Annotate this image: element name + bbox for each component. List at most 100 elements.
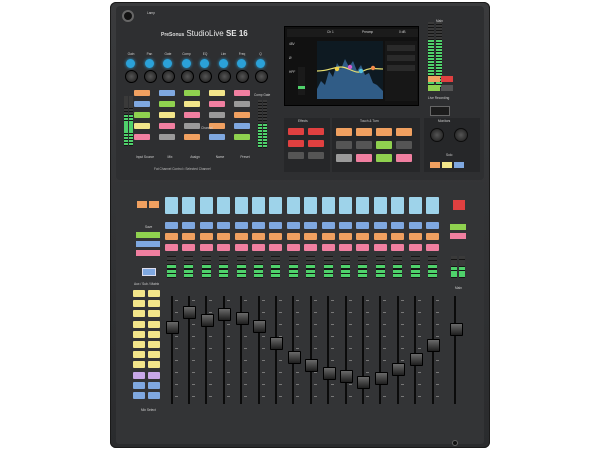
scribble-strip-5[interactable] <box>234 197 248 214</box>
solo-btn-1[interactable] <box>430 162 440 168</box>
channel-solo-button[interactable] <box>182 244 196 251</box>
channel-select-button[interactable] <box>373 222 387 229</box>
mix-select-button[interactable] <box>148 341 160 348</box>
channel-solo-button[interactable] <box>252 244 265 251</box>
channel-select-button[interactable] <box>321 222 335 229</box>
encoder-knob-1[interactable] <box>143 70 157 83</box>
mix-select-button[interactable] <box>148 300 160 308</box>
highpass[interactable]: HPF <box>289 70 295 74</box>
effects-button[interactable] <box>288 128 304 135</box>
main-btn-1[interactable] <box>450 224 466 230</box>
touch-turn-button[interactable] <box>396 128 412 136</box>
channel-select-button[interactable] <box>182 222 196 229</box>
scribble-strip-16[interactable] <box>426 197 439 214</box>
channel-mute-button[interactable] <box>286 233 300 240</box>
encoder-knob-5[interactable] <box>217 70 231 83</box>
touchscreen[interactable]: Ch 1 Preamp 0 dB 48V Ø HPF <box>284 26 419 106</box>
channel-mute-button[interactable] <box>321 233 335 240</box>
channel-mute-button[interactable] <box>165 233 178 240</box>
channel-fader-cap[interactable] <box>183 305 197 319</box>
effects-button[interactable] <box>288 152 304 159</box>
touch-turn-button[interactable] <box>376 128 392 136</box>
phones-knob[interactable] <box>454 128 468 142</box>
fat-channel-button[interactable] <box>184 134 200 140</box>
channel-fader-cap[interactable] <box>427 339 440 353</box>
right-btn-4[interactable] <box>441 85 453 91</box>
mix-select-button[interactable] <box>148 320 160 328</box>
mix-select-button[interactable] <box>148 392 160 399</box>
mix-select-button[interactable] <box>148 351 160 359</box>
fat-channel-button[interactable] <box>134 112 150 118</box>
channel-mute-button[interactable] <box>234 233 248 240</box>
solo-btn-2[interactable] <box>442 162 452 168</box>
channel-solo-button[interactable] <box>391 244 405 251</box>
channel-solo-button[interactable] <box>269 244 283 251</box>
encoder-knob-3[interactable] <box>180 70 194 83</box>
main-fader-cap[interactable] <box>449 323 463 337</box>
mix-select-button[interactable] <box>133 320 145 328</box>
scribble-strip-3[interactable] <box>199 197 213 214</box>
fat-channel-button[interactable] <box>184 112 200 118</box>
touch-turn-button[interactable] <box>396 141 412 149</box>
fat-channel-button[interactable] <box>234 112 250 118</box>
channel-fader-cap[interactable] <box>287 350 301 364</box>
right-btn-2[interactable] <box>441 76 453 82</box>
mix-select-button[interactable] <box>148 361 160 369</box>
page-right-button[interactable] <box>149 201 159 208</box>
mix-select-button[interactable] <box>133 341 145 348</box>
channel-mute-button[interactable] <box>373 233 387 240</box>
phantom-power[interactable]: 48V <box>289 42 295 46</box>
mix-select-button[interactable] <box>133 381 145 389</box>
channel-select-button[interactable] <box>234 222 248 229</box>
channel-select-button[interactable] <box>304 222 318 229</box>
channel-select-button[interactable] <box>199 222 213 229</box>
channel-select-button[interactable] <box>408 222 422 229</box>
touch-turn-button[interactable] <box>356 128 372 136</box>
encoder-knob-4[interactable] <box>199 70 212 83</box>
mix-select-button[interactable] <box>148 371 160 379</box>
mix-select-button[interactable] <box>148 381 160 389</box>
fat-channel-button[interactable] <box>184 123 200 129</box>
scribble-strip-11[interactable] <box>339 197 352 214</box>
mix-select-button[interactable] <box>133 330 145 338</box>
touch-turn-button[interactable] <box>376 141 392 149</box>
touch-turn-button[interactable] <box>336 128 352 136</box>
channel-solo-button[interactable] <box>408 244 422 251</box>
channel-mute-button[interactable] <box>408 233 422 240</box>
polarity[interactable]: Ø <box>289 56 291 60</box>
channel-fader-cap[interactable] <box>340 370 353 384</box>
touch-turn-button[interactable] <box>356 141 372 149</box>
channel-fader-cap[interactable] <box>374 372 388 386</box>
mix-select-button[interactable] <box>133 392 145 399</box>
channel-mute-button[interactable] <box>217 233 231 240</box>
scribble-strip-7[interactable] <box>269 197 283 214</box>
channel-mute-button[interactable] <box>304 233 318 240</box>
fat-channel-button[interactable] <box>134 90 150 96</box>
channel-fader-cap[interactable] <box>270 337 284 351</box>
fat-channel-button[interactable] <box>159 134 175 140</box>
headphone-jack[interactable] <box>122 10 134 22</box>
mix-select-button[interactable] <box>148 290 160 297</box>
touch-turn-button[interactable] <box>336 141 352 149</box>
effects-button[interactable] <box>288 140 304 147</box>
fat-channel-button[interactable] <box>134 123 150 129</box>
channel-mute-button[interactable] <box>252 233 265 240</box>
fat-channel-button[interactable] <box>209 134 225 140</box>
right-btn-1[interactable] <box>428 76 440 82</box>
scribble-strip-1[interactable] <box>165 197 178 214</box>
save-button[interactable] <box>136 232 160 238</box>
channel-solo-button[interactable] <box>356 244 370 251</box>
channel-solo-button[interactable] <box>199 244 213 251</box>
fat-channel-button[interactable] <box>234 134 250 140</box>
channel-mute-button[interactable] <box>339 233 352 240</box>
encoder-knob-6[interactable] <box>236 70 249 83</box>
channel-select-button[interactable] <box>286 222 300 229</box>
scribble-strip-12[interactable] <box>356 197 370 214</box>
effects-button[interactable] <box>308 152 324 159</box>
channel-fader-cap[interactable] <box>253 319 266 333</box>
fat-channel-button[interactable] <box>234 123 250 129</box>
channel-solo-button[interactable] <box>426 244 439 251</box>
channel-mute-button[interactable] <box>356 233 370 240</box>
channel-mute-button[interactable] <box>391 233 405 240</box>
channel-fader-cap[interactable] <box>200 313 214 327</box>
